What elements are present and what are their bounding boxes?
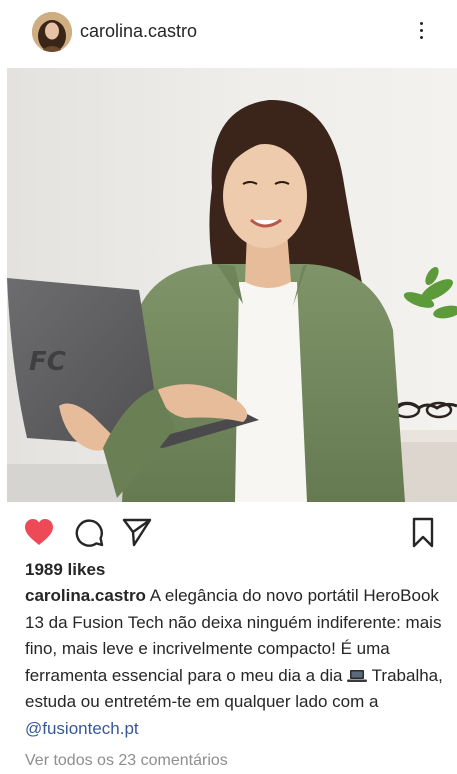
post-image[interactable]: FC — [7, 68, 457, 502]
post-header: carolina.castro — [0, 0, 457, 64]
more-vertical-icon[interactable] — [412, 16, 430, 44]
like-count[interactable]: 1989 likes — [25, 560, 105, 580]
username-link[interactable]: carolina.castro — [80, 21, 197, 42]
laptop-logo: FC — [29, 347, 66, 377]
avatar[interactable] — [32, 12, 72, 52]
mention-link[interactable]: @fusiontech.pt — [25, 719, 139, 738]
heart-filled-icon[interactable] — [22, 515, 56, 549]
view-comments-link[interactable]: Ver todos os 23 comentários — [25, 752, 228, 770]
post-actions — [0, 512, 457, 552]
bookmark-icon[interactable] — [406, 515, 440, 549]
send-icon[interactable] — [120, 515, 154, 549]
post-caption: carolina.castro A elegância do novo port… — [25, 583, 445, 742]
comment-icon[interactable] — [72, 515, 106, 549]
caption-username[interactable]: carolina.castro — [25, 586, 146, 605]
laptop-emoji-icon — [347, 665, 368, 682]
